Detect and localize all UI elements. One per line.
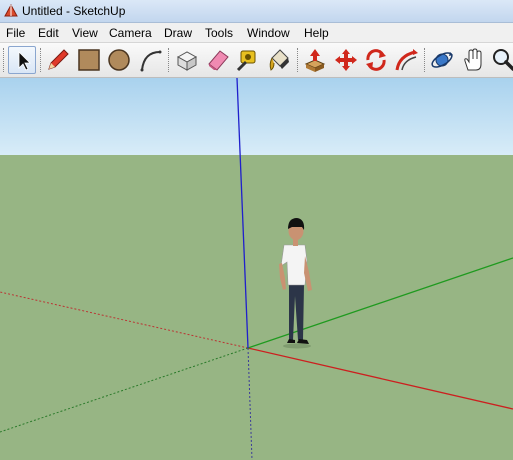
tape-measure-tool[interactable] [234,46,262,74]
drawing-viewport[interactable] [0,78,513,460]
orbit-tool[interactable] [428,46,456,74]
paint-bucket-icon [265,46,293,74]
select-tool[interactable] [8,46,36,74]
ground-plane [0,155,513,460]
circle-tool[interactable] [105,46,133,74]
hand-icon [459,46,487,74]
menu-edit[interactable]: Edit [38,26,59,40]
menu-tools[interactable]: Tools [205,26,233,40]
push-pull-icon [301,46,329,74]
main-toolbar [0,43,513,78]
rotate-icon [362,46,390,74]
line-tool[interactable] [44,46,72,74]
follow-me-tool[interactable] [393,46,421,74]
magnifier-icon [489,46,513,74]
eraser-icon [204,46,232,74]
title-bar: Untitled - SketchUp [0,0,513,23]
follow-me-icon [393,46,421,74]
sketchup-logo-icon [3,3,19,19]
toolbar-separator [168,48,172,72]
eraser-tool[interactable] [204,46,232,74]
circle-icon [105,46,133,74]
menu-bar: File Edit View Camera Draw Tools Window … [0,23,513,43]
move-tool[interactable] [332,46,360,74]
menu-view[interactable]: View [72,26,98,40]
menu-draw[interactable]: Draw [164,26,192,40]
make-component-tool[interactable] [173,46,201,74]
sky [0,78,513,155]
push-pull-tool[interactable] [301,46,329,74]
pan-tool[interactable] [459,46,487,74]
zoom-tool[interactable] [489,46,513,74]
toolbar-grip[interactable] [3,48,7,72]
move-icon [332,46,360,74]
rectangle-icon [75,46,103,74]
rectangle-tool[interactable] [75,46,103,74]
rotate-tool[interactable] [362,46,390,74]
menu-camera[interactable]: Camera [109,26,152,40]
pencil-icon [44,46,72,74]
arc-icon [136,46,164,74]
menu-window[interactable]: Window [247,26,290,40]
paint-bucket-tool[interactable] [265,46,293,74]
arc-tool[interactable] [136,46,164,74]
tape-measure-icon [234,46,262,74]
arrow-cursor-icon [9,47,35,75]
menu-file[interactable]: File [6,26,25,40]
orbit-icon [428,46,456,74]
scene-canvas[interactable] [0,78,513,460]
component-icon [173,46,201,74]
window-title: Untitled - SketchUp [22,4,126,18]
menu-help[interactable]: Help [304,26,329,40]
